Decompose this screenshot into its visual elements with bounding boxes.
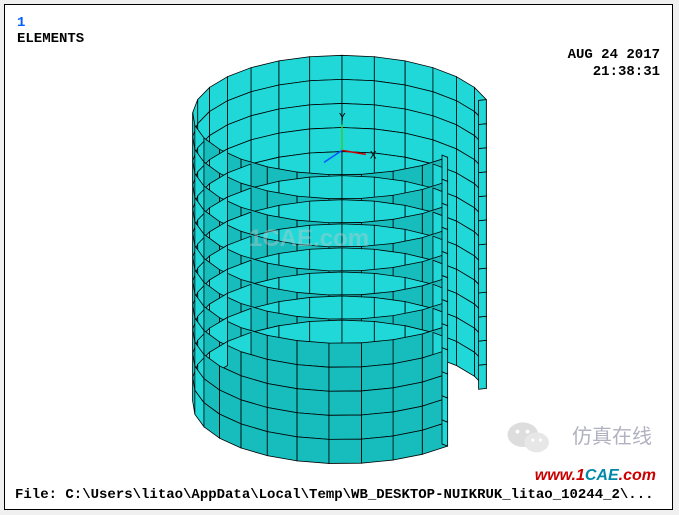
cylindrical-shell-mesh — [193, 55, 487, 463]
site-com: .com — [619, 467, 656, 484]
plot-title: ELEMENTS — [17, 31, 84, 47]
fe-model-viewport[interactable]: X Y — [5, 5, 672, 509]
wechat-icon — [506, 417, 552, 457]
plot-number: 1 — [17, 15, 25, 31]
triad-y-label: Y — [339, 113, 346, 125]
plot-time: 21:38:31 — [568, 64, 660, 81]
site-cae: CAE — [585, 467, 619, 484]
plot-date: AUG 24 2017 — [568, 47, 660, 64]
watermark-chinese: 仿真在线 — [572, 420, 652, 449]
site-1: 1 — [576, 467, 585, 484]
watermark-center: 1CAE.com — [249, 225, 369, 253]
plot-frame: 1 ELEMENTS AUG 24 2017 21:38:31 X Y 1CAE… — [4, 4, 673, 510]
triad-x-label: X — [370, 150, 377, 162]
coordinate-triad: X Y — [324, 113, 377, 163]
site-watermark: www.1CAE.com — [535, 467, 656, 485]
site-www: www. — [535, 467, 576, 484]
date-time-block: AUG 24 2017 21:38:31 — [568, 47, 660, 81]
file-path-label: File: C:\Users\litao\AppData\Local\Temp\… — [15, 487, 654, 503]
